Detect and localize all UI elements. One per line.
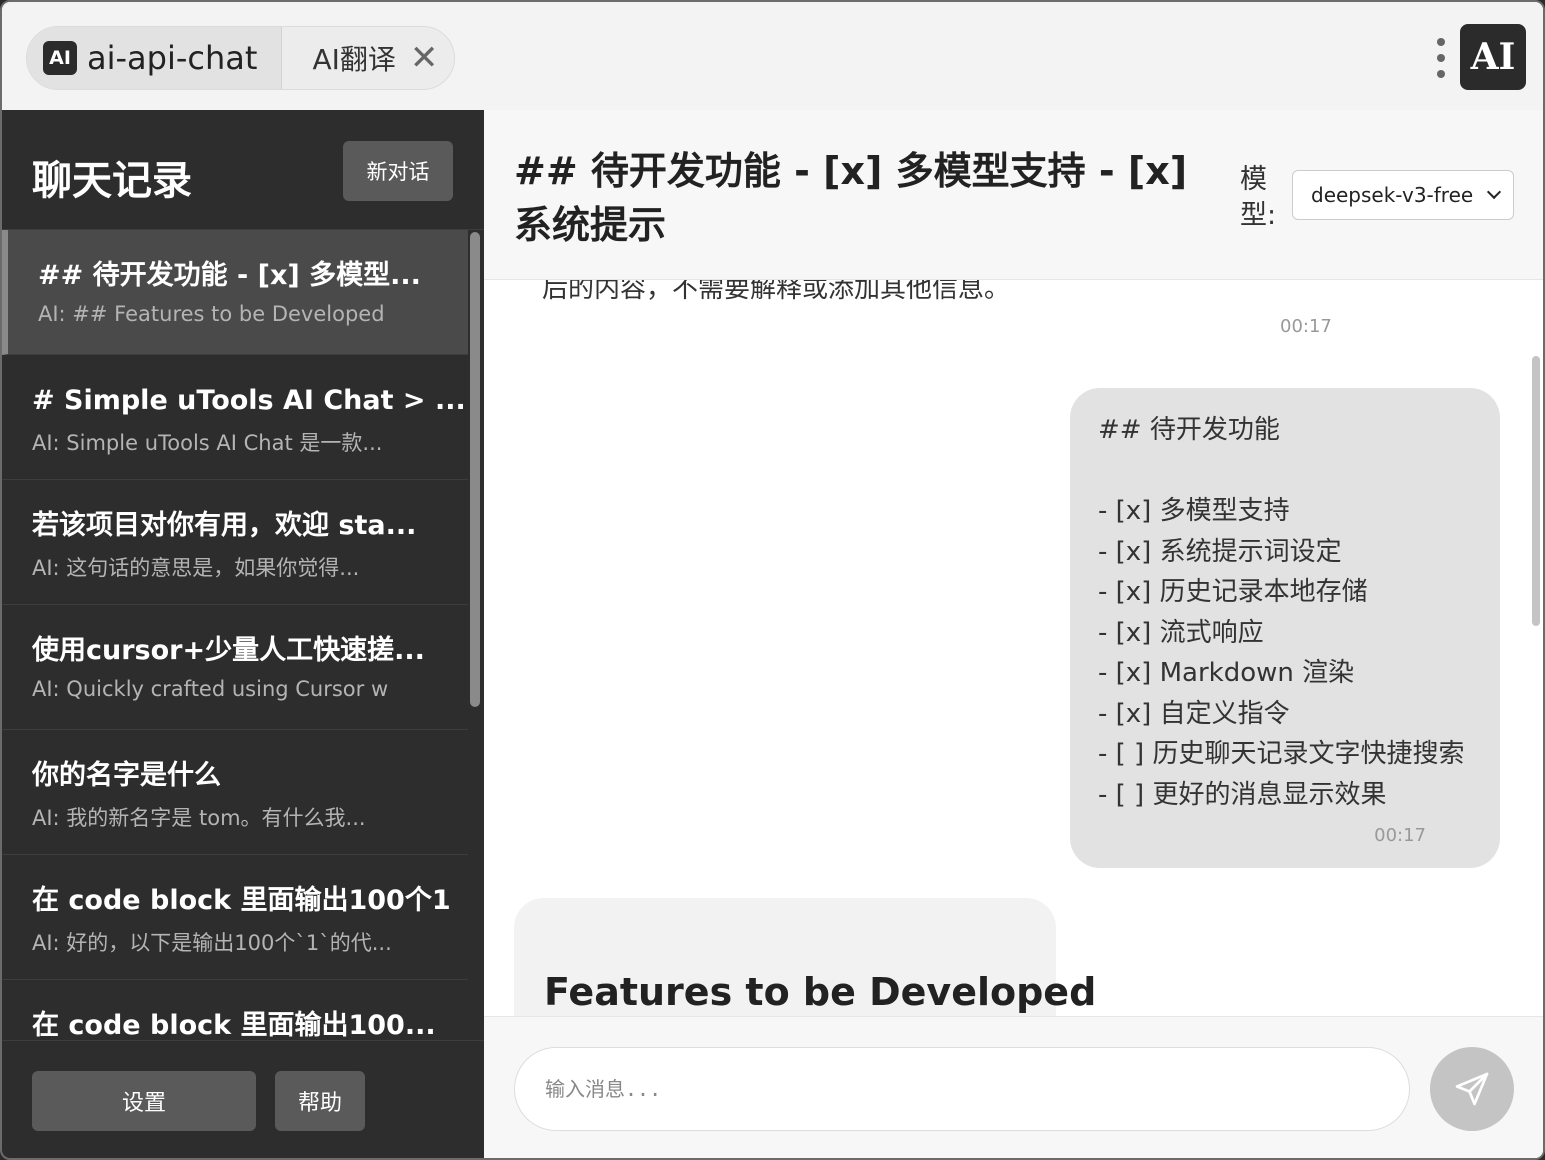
help-button[interactable]: 帮助 bbox=[275, 1071, 365, 1131]
chat-history-list: ## 待开发功能 - [x] 多模型... AI: ## Features to… bbox=[2, 230, 468, 1040]
chat-item-title: 若该项目对你有用，欢迎 sta... bbox=[32, 510, 417, 541]
chat-item-preview: AI: Simple uTools AI Chat 是一款... bbox=[32, 431, 383, 455]
model-select-value: deepsek-v3-free bbox=[1311, 183, 1474, 207]
message-timestamp: 00:17 bbox=[1280, 316, 1332, 337]
new-chat-button[interactable]: 新对话 bbox=[343, 141, 453, 201]
message-input[interactable] bbox=[514, 1047, 1410, 1131]
sidebar-header: 聊天记录 新对话 bbox=[2, 110, 484, 230]
chat-history-item[interactable]: 你的名字是什么 AI: 我的新名字是 tom。有什么我... bbox=[2, 730, 468, 855]
sidebar: 聊天记录 新对话 ## 待开发功能 - [x] 多模型... AI: ## Fe… bbox=[2, 110, 484, 1158]
chat-header: ## 待开发功能 - [x] 多模型支持 - [x] 系统提示 模型: deep… bbox=[484, 110, 1543, 280]
chat-item-title: ## 待开发功能 - [x] 多模型... bbox=[38, 260, 421, 291]
chat-title: ## 待开发功能 - [x] 多模型支持 - [x] 系统提示 bbox=[514, 149, 1188, 247]
model-select[interactable]: deepsek-v3-free bbox=[1292, 170, 1514, 220]
chat-history-item[interactable]: 使用cursor+少量人工快速搓... AI: Quickly crafted … bbox=[2, 605, 468, 730]
send-icon bbox=[1455, 1072, 1489, 1106]
tab-label: ai-api-chat bbox=[87, 39, 258, 77]
chat-item-title: 你的名字是什么 bbox=[32, 760, 221, 791]
ai-logo[interactable]: AI bbox=[1460, 24, 1526, 90]
chat-history-item[interactable]: 若该项目对你有用，欢迎 sta... AI: 这句话的意思是，如果你觉得... bbox=[2, 480, 468, 605]
more-menu-icon[interactable] bbox=[1434, 38, 1448, 78]
chat-item-title: # Simple uTools AI Chat > ... bbox=[32, 385, 466, 416]
chevron-down-icon bbox=[1486, 184, 1502, 200]
chat-item-preview: AI: 我的新名字是 tom。有什么我... bbox=[32, 806, 366, 830]
chat-history-item[interactable]: 在 code block 里面输出100个1 AI: 好的，以下是输出100个`… bbox=[2, 855, 468, 980]
chat-main: ## 待开发功能 - [x] 多模型支持 - [x] 系统提示 模型: deep… bbox=[484, 110, 1543, 1158]
message-timestamp: 00:17 bbox=[1374, 825, 1426, 846]
model-label: 模型: bbox=[1240, 164, 1277, 231]
ai-message-heading: Features to be Developed bbox=[544, 970, 1097, 1014]
chat-item-title: 在 code block 里面输出100... bbox=[32, 1010, 436, 1040]
chat-item-preview: AI: 好的，以下是输出100个`1`的代... bbox=[32, 931, 392, 955]
chat-item-preview: AI: 这句话的意思是，如果你觉得... bbox=[32, 556, 360, 580]
chat-history-item[interactable]: # Simple uTools AI Chat > ... AI: Simple… bbox=[2, 355, 468, 480]
sidebar-title: 聊天记录 bbox=[32, 158, 192, 204]
settings-button[interactable]: 设置 bbox=[32, 1071, 256, 1131]
app-window: AI ai-api-chat AI翻译 ✕ AI 聊天记录 新对话 ## 待开发… bbox=[0, 0, 1545, 1160]
user-message-text: ## 待开发功能 - [x] 多模型支持 - [x] 系统提示词设定 - [x]… bbox=[1098, 415, 1465, 810]
tab-group: AI ai-api-chat AI翻译 ✕ bbox=[26, 26, 456, 90]
message-list: 后的内容，不需要解释或添加其他信息。 00:17 ## 待开发功能 - [x] … bbox=[484, 280, 1530, 1016]
messages-scrollbar[interactable] bbox=[1532, 356, 1540, 626]
ai-app-icon: AI bbox=[43, 41, 77, 75]
chat-item-title: 使用cursor+少量人工快速搓... bbox=[32, 635, 425, 666]
ai-message-bubble: Features to be Developed bbox=[514, 898, 1097, 1016]
input-area bbox=[484, 1016, 1543, 1158]
chat-history-item[interactable]: ## 待开发功能 - [x] 多模型... AI: ## Features to… bbox=[2, 230, 468, 355]
message-text-partial: 后的内容，不需要解释或添加其他信息。 bbox=[542, 280, 1011, 304]
title-bar: AI ai-api-chat AI翻译 ✕ AI bbox=[2, 2, 1543, 110]
tab-ai-api-chat[interactable]: AI ai-api-chat bbox=[27, 27, 282, 89]
chat-history-item[interactable]: 在 code block 里面输出100... bbox=[2, 980, 468, 1040]
close-icon[interactable]: ✕ bbox=[410, 41, 439, 75]
chat-item-preview: AI: Quickly crafted using Cursor w bbox=[32, 677, 389, 701]
send-button[interactable] bbox=[1430, 1047, 1514, 1131]
user-message-bubble: ## 待开发功能 - [x] 多模型支持 - [x] 系统提示词设定 - [x]… bbox=[1070, 388, 1500, 868]
tab-ai-translate[interactable]: AI翻译 ✕ bbox=[281, 27, 454, 89]
sidebar-footer: 设置 帮助 bbox=[2, 1040, 484, 1158]
tab-label: AI翻译 bbox=[312, 43, 396, 76]
chat-item-preview: AI: ## Features to be Developed bbox=[38, 302, 385, 326]
chat-item-title: 在 code block 里面输出100个1 bbox=[32, 885, 451, 916]
sidebar-scrollbar[interactable] bbox=[470, 232, 480, 707]
